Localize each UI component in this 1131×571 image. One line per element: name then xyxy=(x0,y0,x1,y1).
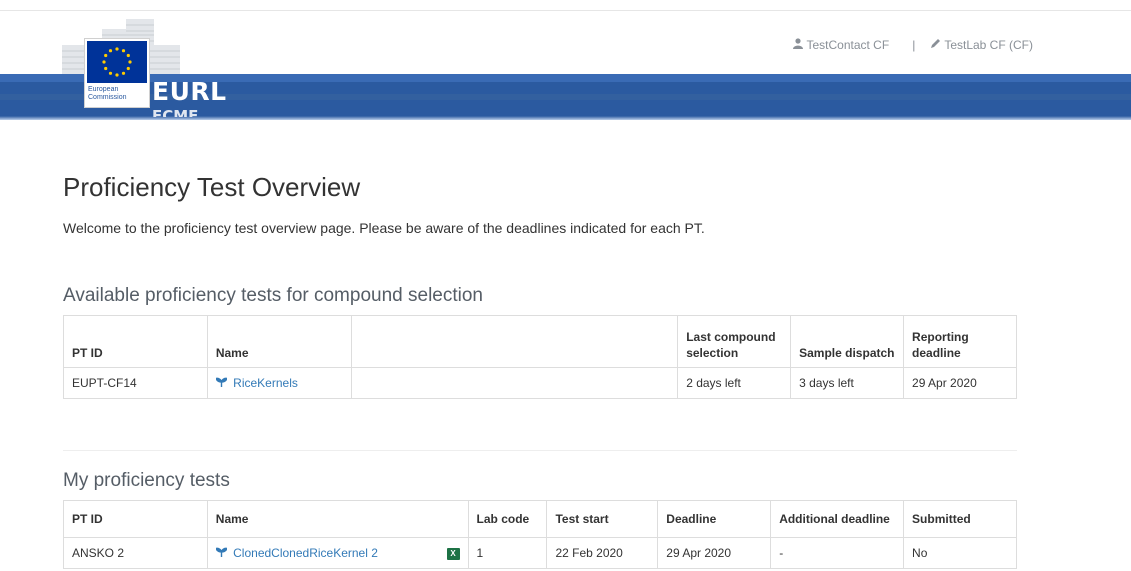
commission-label: European Commission xyxy=(88,86,127,101)
cell-lab-code: 1 xyxy=(467,537,548,569)
my-tests-table: PT ID Name Lab code Test start Deadline … xyxy=(63,500,1017,569)
my-tests-heading: My proficiency tests xyxy=(63,470,230,491)
welcome-text: Welcome to the proficiency test overview… xyxy=(63,220,705,236)
cell-pt-id: EUPT-CF14 xyxy=(63,367,208,399)
col-blank xyxy=(350,315,679,368)
nav-separator: | xyxy=(912,38,916,52)
cell-additional-deadline: - xyxy=(770,537,905,569)
pt-name-link[interactable]: ClonedClonedRiceKernel 2 xyxy=(214,546,378,560)
commission-logo[interactable]: European Commission xyxy=(84,38,150,108)
pt-name-link[interactable]: RiceKernels xyxy=(214,376,298,390)
available-tests-table: PT ID Name Last compound selection Sampl… xyxy=(63,315,1017,399)
table-row: ANSKO 2 ClonedClonedRiceKernel 2 X 1 22 … xyxy=(63,537,1017,569)
cell-reporting-deadline: 29 Apr 2020 xyxy=(903,367,1017,399)
user-nav: TestContact CF | TestLab CF (CF) xyxy=(793,38,1033,52)
seedling-icon xyxy=(214,376,230,390)
col-lab-code: Lab code xyxy=(467,500,548,538)
contact-link[interactable]: TestContact CF xyxy=(793,38,889,52)
cell-name: RiceKernels xyxy=(206,367,352,399)
col-additional-deadline: Additional deadline xyxy=(770,500,905,538)
table-header-row: PT ID Name Last compound selection Sampl… xyxy=(63,315,1017,368)
col-sample-dispatch: Sample dispatch xyxy=(790,315,905,368)
col-pt-id: PT ID xyxy=(63,500,208,538)
col-test-start: Test start xyxy=(546,500,659,538)
col-reporting-deadline: Reporting deadline xyxy=(903,315,1017,368)
cell-last-compound-selection: 2 days left xyxy=(677,367,792,399)
cell-blank xyxy=(350,367,679,399)
col-name: Name xyxy=(206,500,469,538)
table-row: EUPT-CF14 RiceKernels 2 days left 3 days… xyxy=(63,367,1017,399)
eu-flag-icon xyxy=(87,41,147,83)
cell-sample-dispatch: 3 days left xyxy=(790,367,905,399)
page-title: Proficiency Test Overview xyxy=(63,172,361,202)
col-name: Name xyxy=(206,315,352,368)
lab-link[interactable]: TestLab CF (CF) xyxy=(930,38,1033,52)
cell-pt-id: ANSKO 2 xyxy=(63,537,208,569)
seedling-icon xyxy=(214,546,230,560)
main-content: Proficiency Test Overview Welcome to the… xyxy=(63,171,1017,569)
available-heading: Available proficiency tests for compound… xyxy=(63,285,483,306)
brand-title: EURL xyxy=(152,77,227,106)
table-header-row: PT ID Name Lab code Test start Deadline … xyxy=(63,500,1017,538)
excel-icon[interactable]: X xyxy=(446,548,460,560)
col-deadline: Deadline xyxy=(657,500,772,538)
col-pt-id: PT ID xyxy=(63,315,208,368)
brand-subtitle: FCMF xyxy=(152,107,199,117)
site-header: European Commission EURL FCMF TestContac… xyxy=(0,11,1131,126)
cell-submitted: No xyxy=(903,537,1017,569)
cell-deadline: 29 Apr 2020 xyxy=(657,537,772,569)
cell-test-start: 22 Feb 2020 xyxy=(546,537,659,569)
pencil-icon xyxy=(930,38,941,52)
user-icon xyxy=(793,38,804,52)
section-divider xyxy=(63,450,1017,451)
col-last-compound-selection: Last compound selection xyxy=(677,315,792,368)
col-submitted: Submitted xyxy=(903,500,1017,538)
cell-name: ClonedClonedRiceKernel 2 X xyxy=(206,537,469,569)
